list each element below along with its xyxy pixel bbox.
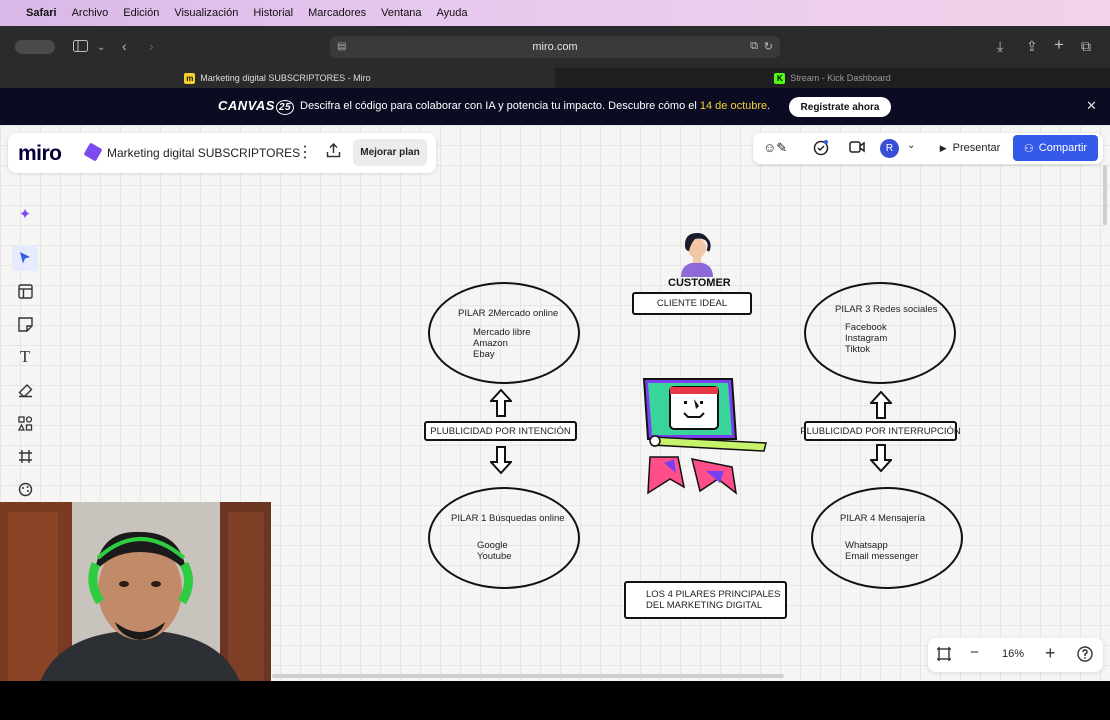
upgrade-plan-button[interactable]: Mejorar plan [353,139,427,166]
people-icon: ⚇ [1023,142,1034,155]
zoom-controls: − 16% + [928,638,1103,672]
pilar3-title: PILAR 3 Redes sociales [835,304,938,315]
page-icon: ▤ [337,41,347,52]
share-screen-icon[interactable]: ⧉ [750,40,758,53]
sticky-note-icon[interactable] [12,311,38,337]
vertical-scrollbar[interactable] [1103,165,1107,225]
menu-app-name[interactable]: Safari [26,7,57,19]
new-tab-icon[interactable]: + [1054,36,1064,53]
tab-bar: m Marketing digital SUBSCRIPTORES - Miro… [0,68,1110,88]
promo-banner: CANVAS 25 Descifra el código para colabor… [0,88,1110,125]
zoom-level[interactable]: 16% [1002,648,1024,660]
select-tool-icon[interactable] [12,245,38,271]
pilar1-title: PILAR 1 Búsquedas online [451,513,565,524]
cliente-ideal-box[interactable]: CLIENTE IDEAL [632,292,752,315]
fit-screen-icon[interactable] [936,646,952,666]
share-icon[interactable]: ⇪ [1026,39,1038,53]
export-icon[interactable] [326,142,341,163]
reload-icon[interactable]: ↻ [764,40,773,53]
zoom-out-icon[interactable]: − [970,644,979,661]
frame-icon[interactable] [12,443,38,469]
chevron-down-icon[interactable]: ⌄ [907,140,915,151]
menu-archivo[interactable]: Archivo [72,7,109,19]
left-toolbar: ✦ T [8,195,42,505]
footer-box[interactable]: LOS 4 PILARES PRINCIPALES DEL MARKETING … [624,581,787,619]
arrow-up-right[interactable] [868,390,894,424]
tab-label: Marketing digital SUBSCRIPTORES - Miro [200,73,371,83]
menu-marcadores[interactable]: Marcadores [308,7,366,19]
chevron-down-icon[interactable]: ⌄ [97,41,105,55]
tab-overview-icon[interactable]: ⧉ [1081,39,1091,53]
download-icon[interactable]: ⤓ [997,39,1003,53]
menu-historial[interactable]: Historial [253,7,293,19]
arrow-down-right[interactable] [868,444,894,477]
board-title[interactable]: Marketing digital SUBSCRIPTORES [107,146,300,160]
intencion-box[interactable]: PLUBLICIDAD POR INTENCIÓN [424,421,577,441]
customer-label: CUSTOMER [668,277,731,289]
video-icon[interactable] [849,140,865,156]
templates-icon[interactable] [12,278,38,304]
more-icon[interactable]: ⋮ [297,142,313,162]
canvas-logo: CANVAS 25 [218,98,295,115]
pilar4-list: Whatsapp Email messenger [845,540,919,562]
footer-line-1: LOS 4 PILARES PRINCIPALES [646,589,781,600]
present-button[interactable]: ▶ Presentar [931,135,1009,161]
register-button[interactable]: Regístrate ahora [789,97,891,117]
board-icon [83,142,103,162]
arrow-up-left[interactable] [488,388,514,422]
miro-favicon-icon: m [184,72,196,84]
avatar[interactable]: R [880,139,899,158]
webcam-overlay [0,502,271,682]
pilar4-title: PILAR 4 Mensajería [840,513,926,524]
arrow-down-left[interactable] [488,446,514,479]
play-icon: ▶ [939,142,947,153]
kick-favicon-icon: K [774,72,786,84]
menu-visualizacion[interactable]: Visualización [174,7,238,19]
back-icon[interactable]: ‹ [122,39,127,53]
pilar4-ellipse[interactable] [811,487,963,589]
banner-date: 14 de octubre [699,100,768,112]
reactions-icon[interactable]: ☺✎ [763,140,787,156]
share-button[interactable]: ⚇ Compartir [1013,135,1098,161]
interrupcion-box[interactable]: PLUBLICIDAD POR INTERRUPCIÓN [800,421,961,441]
shapes-icon[interactable] [12,410,38,436]
board-header: miro Marketing digital SUBSCRIPTORES ⋮ M… [8,133,436,173]
tab-group-pill[interactable] [15,40,55,54]
horizontal-scrollbar[interactable] [272,674,784,678]
pilar2-list: Mercado libre Amazon Ebay [473,327,531,360]
pilar2-title: PILAR 2Mercado online [458,308,559,319]
eraser-icon[interactable] [12,377,38,403]
address-bar[interactable]: ▤ miro.com ⧉ ↻ [330,36,780,58]
pilar1-list: Google Youtube [477,540,512,562]
laptop-illustration[interactable] [640,375,770,502]
comments-icon[interactable] [813,140,829,159]
sidebar-icon[interactable] [73,40,88,54]
tab-miro[interactable]: m Marketing digital SUBSCRIPTORES - Miro [0,68,555,88]
browser-toolbar: ⌄ ‹ › ▤ miro.com ⧉ ↻ ⤓ ⇪ + ⧉ [0,26,1110,68]
tab-label: Stream - Kick Dashboard [790,73,891,83]
url-text: miro.com [532,41,578,53]
apps-icon[interactable] [12,476,38,502]
ai-sparkle-icon[interactable]: ✦ [12,201,38,227]
collab-toolbar: ☺✎ R ⌄ ▶ Presentar ⚇ Compartir [753,133,1103,164]
menu-edicion[interactable]: Edición [123,7,159,19]
pilar1-ellipse[interactable] [428,487,580,589]
text-icon[interactable]: T [12,344,38,370]
customer-avatar-icon[interactable] [675,229,719,282]
bottom-letterbox [0,681,1110,720]
menu-ventana[interactable]: Ventana [381,7,421,19]
pilar3-list: Facebook Instagram Tiktok [845,322,888,355]
help-icon[interactable] [1077,646,1093,666]
menu-ayuda[interactable]: Ayuda [437,7,468,19]
zoom-in-icon[interactable]: + [1045,643,1056,664]
macos-menubar: Safari Archivo Edición Visualización His… [0,0,1110,26]
forward-icon[interactable]: › [149,39,154,53]
footer-line-2: DEL MARKETING DIGITAL [646,600,763,611]
tab-kick[interactable]: K Stream - Kick Dashboard [555,68,1110,88]
banner-message: Descifra el código para colaborar con IA… [300,100,771,112]
screen: { "menubar": { "app": "Safari", "items":… [0,0,1110,720]
close-icon[interactable]: ✕ [1086,98,1097,114]
miro-logo[interactable]: miro [18,142,62,166]
